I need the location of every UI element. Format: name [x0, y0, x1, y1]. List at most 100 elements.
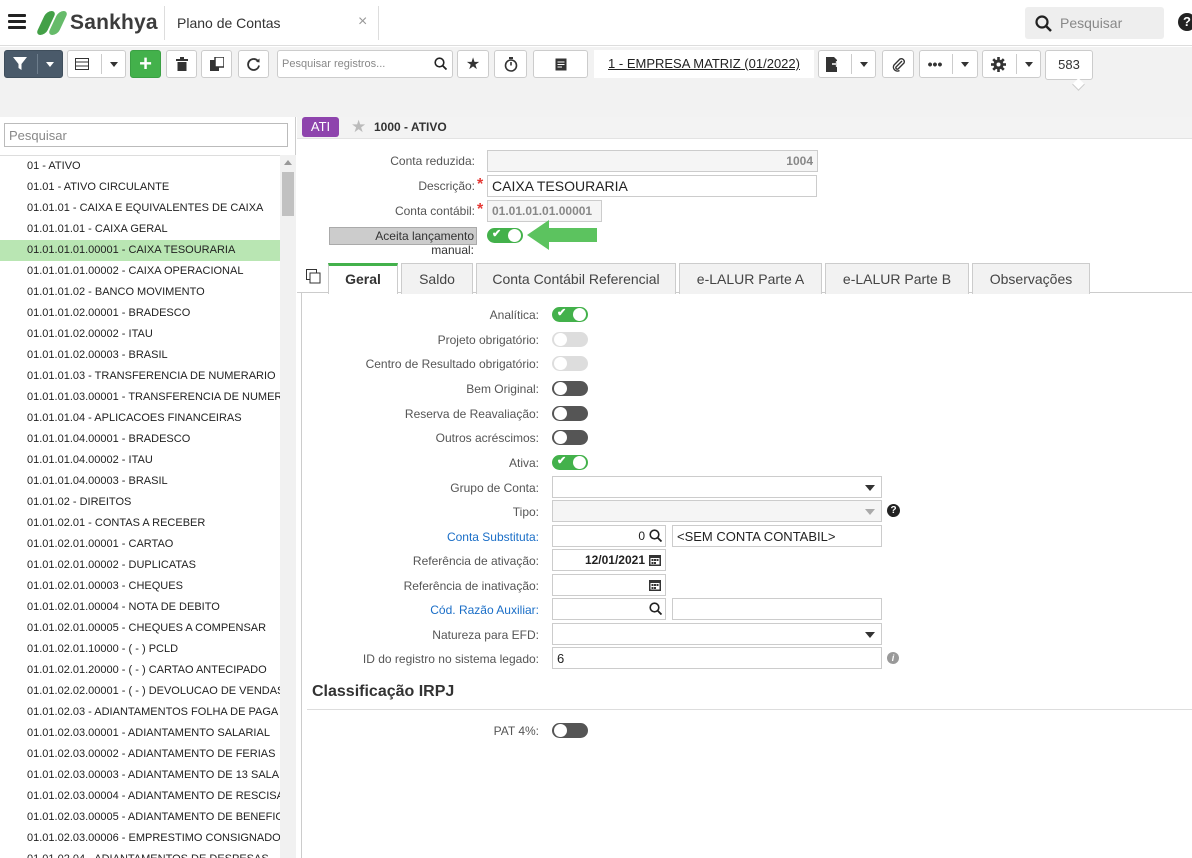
filter-button[interactable] [4, 50, 63, 78]
record-search-placeholder: Pesquisar registros... [282, 58, 386, 70]
tab-saldo[interactable]: Saldo [401, 263, 473, 294]
tree-item[interactable]: 01.01.02.01.00002 - DUPLICATAS [0, 555, 280, 576]
natureza-efd-select[interactable] [552, 623, 882, 645]
help-icon[interactable]: ? [1178, 13, 1192, 31]
settings-button[interactable] [982, 50, 1041, 78]
notes-button[interactable] [533, 50, 588, 78]
timer-button[interactable] [494, 50, 527, 78]
tree-item[interactable]: 01.01.02.03.00004 - ADIANTAMENTO DE RESC… [0, 786, 280, 807]
tree-item[interactable]: 01.01.02.03.00005 - ADIANTAMENTO DE BENE… [0, 807, 280, 828]
menu-icon[interactable] [8, 14, 26, 30]
record-header: ATI ★ 1000 - ATIVO [297, 117, 1192, 139]
record-search-input[interactable]: Pesquisar registros... [277, 50, 453, 78]
id-registro-field[interactable]: 6 [552, 647, 882, 669]
tab-elalur-b[interactable]: e-LALUR Parte B [825, 263, 969, 294]
tree-item[interactable]: 01.01.01.04 - APLICACOES FINANCEIRAS [0, 408, 280, 429]
tree-scrollbar[interactable] [280, 155, 296, 858]
filter-icon [13, 57, 27, 70]
tree-item[interactable]: 01.01.01.02.00002 - ITAU [0, 324, 280, 345]
tree-item[interactable]: 01 - ATIVO [0, 156, 280, 177]
tree-item[interactable]: 01.01.01.04.00003 - BRASIL [0, 471, 280, 492]
check-icon: ✔ [557, 455, 567, 467]
scrollbar-thumb[interactable] [282, 172, 294, 216]
tree-item[interactable]: 01.01.02.01.10000 - ( - ) PCLD [0, 639, 280, 660]
attachment-button[interactable] [882, 50, 914, 78]
tree-item[interactable]: 01.01.02.01.00005 - CHEQUES A COMPENSAR [0, 618, 280, 639]
tree-item[interactable]: 01.01.02 - DIREITOS [0, 492, 280, 513]
required-marker: * [477, 201, 484, 218]
tree-item[interactable]: 01.01.02.01.00003 - CHEQUES [0, 576, 280, 597]
projeto-toggle [552, 332, 588, 347]
tree-item[interactable]: 01.01.01.04.00002 - ITAU [0, 450, 280, 471]
scroll-up-icon[interactable] [284, 160, 292, 165]
export-button[interactable] [818, 50, 876, 78]
tree-item[interactable]: 01.01.02.04 - ADIANTAMENTOS DE DESPESAS [0, 849, 280, 858]
tree-item[interactable]: 01.01.01.01.00001 - CAIXA TESOURARIA [0, 240, 280, 261]
chevron-down-icon [1024, 61, 1033, 67]
close-tab-icon[interactable]: × [358, 13, 367, 31]
reserva-toggle[interactable] [552, 406, 588, 421]
tree-item[interactable]: 01.01.01.03 - TRANSFERENCIA DE NUMERARIO [0, 366, 280, 387]
conta-substituta-label[interactable]: Conta Substituta: [327, 530, 539, 544]
calendar-icon[interactable] [649, 554, 661, 566]
favorite-button[interactable]: ★ [457, 50, 489, 78]
reserva-label: Reserva de Reavaliação: [404, 407, 539, 421]
screen-tab-title[interactable]: Plano de Contas [177, 15, 281, 31]
help-icon[interactable]: ? [887, 504, 900, 517]
pat-toggle[interactable] [552, 723, 588, 738]
delete-button[interactable] [166, 50, 197, 78]
duplicate-button[interactable] [201, 50, 232, 78]
tree-item[interactable]: 01.01.01.02 - BANCO MOVIMENTO [0, 282, 280, 303]
chevron-down-icon [46, 61, 54, 67]
tab-elalur-a[interactable]: e-LALUR Parte A [679, 263, 822, 294]
required-marker: * [477, 176, 484, 193]
global-search-label: Pesquisar [1060, 15, 1123, 31]
tab-conta-referencial[interactable]: Conta Contábil Referencial [476, 263, 676, 294]
bem-original-toggle[interactable] [552, 381, 588, 396]
global-search[interactable]: Pesquisar [1025, 7, 1164, 39]
tree-search-input[interactable]: Pesquisar [4, 123, 288, 147]
aceita-lancamento-toggle[interactable]: ✔ [487, 228, 523, 243]
tree-item[interactable]: 01.01.02.01 - CONTAS A RECEBER [0, 513, 280, 534]
cod-razao-label[interactable]: Cód. Razão Auxiliar: [327, 603, 539, 617]
tree-item[interactable]: 01.01.01.02.00001 - BRADESCO [0, 303, 280, 324]
tab-geral[interactable]: Geral [328, 263, 398, 294]
tree-item[interactable]: 01.01.02.03 - ADIANTAMENTOS FOLHA DE PAG… [0, 702, 280, 723]
search-icon[interactable] [649, 529, 662, 542]
more-actions-button[interactable]: ••• [919, 50, 978, 78]
analitica-toggle[interactable]: ✔ [552, 307, 588, 322]
search-icon[interactable] [434, 57, 447, 70]
check-icon: ✔ [492, 228, 502, 240]
tab-observacoes[interactable]: Observações [972, 263, 1090, 294]
descricao-field[interactable]: CAIXA TESOURARIA [487, 175, 817, 197]
tree-item[interactable]: 01.01.01.04.00001 - BRADESCO [0, 429, 280, 450]
tree-item[interactable]: 01.01.02.03.00001 - ADIANTAMENTO SALARIA… [0, 723, 280, 744]
tree-item[interactable]: 01.01.02.01.20000 - ( - ) CARTAO ANTECIP… [0, 660, 280, 681]
star-icon[interactable]: ★ [351, 117, 366, 137]
outros-acrescimos-toggle[interactable] [552, 430, 588, 445]
empresa-selector[interactable]: 1 - EMPRESA MATRIZ (01/2022) [594, 50, 814, 78]
ativa-toggle[interactable]: ✔ [552, 455, 588, 470]
conta-reduzida-field: 1004 [487, 150, 818, 172]
tree-item[interactable]: 01.01.01.01.00002 - CAIXA OPERACIONAL [0, 261, 280, 282]
tree-item[interactable]: 01.01.01.02.00003 - BRASIL [0, 345, 280, 366]
tree-item[interactable]: 01.01 - ATIVO CIRCULANTE [0, 177, 280, 198]
info-icon[interactable]: i [887, 652, 899, 664]
tree-item[interactable]: 01.01.02.02.00001 - ( - ) DEVOLUCAO DE V… [0, 681, 280, 702]
tree-item[interactable]: 01.01.01.03.00001 - TRANSFERENCIA DE NUM… [0, 387, 280, 408]
tree-item[interactable]: 01.01.02.03.00003 - ADIANTAMENTO DE 13 S… [0, 765, 280, 786]
grid-view-button[interactable] [67, 50, 126, 78]
add-record-button[interactable]: + [130, 50, 161, 78]
tree-item[interactable]: 01.01.02.01.00004 - NOTA DE DEBITO [0, 597, 280, 618]
refresh-icon [247, 57, 260, 71]
divider [164, 6, 165, 40]
grupo-conta-select[interactable] [552, 476, 882, 498]
tree-item[interactable]: 01.01.02.03.00002 - ADIANTAMENTO DE FERI… [0, 744, 280, 765]
tree-item[interactable]: 01.01.01 - CAIXA E EQUIVALENTES DE CAIXA [0, 198, 280, 219]
search-icon[interactable] [649, 602, 662, 615]
refresh-button[interactable] [238, 50, 269, 78]
tree-item[interactable]: 01.01.02.03.00006 - EMPRESTIMO CONSIGNAD… [0, 828, 280, 849]
calendar-icon[interactable] [649, 579, 661, 591]
tree-item[interactable]: 01.01.02.01.00001 - CARTAO [0, 534, 280, 555]
tree-item[interactable]: 01.01.01.01 - CAIXA GERAL [0, 219, 280, 240]
